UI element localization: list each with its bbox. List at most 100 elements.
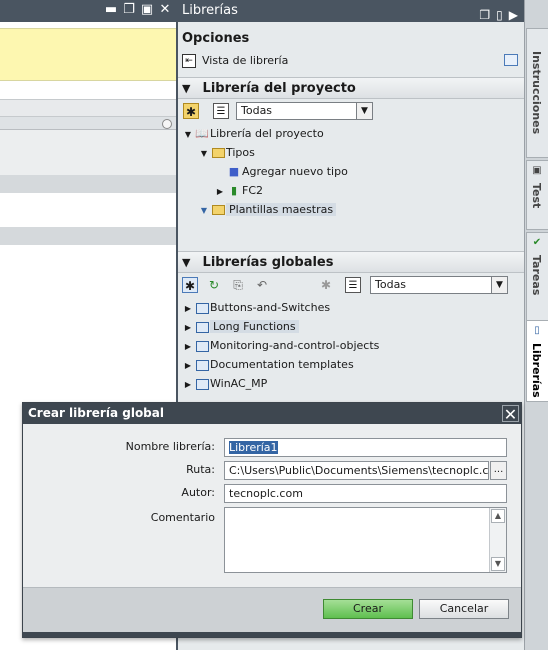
tab-instrucciones[interactable]: Instrucciones [526,28,548,158]
global-filter-select[interactable]: Todas ▼ [370,276,508,294]
expand-right-icon[interactable]: ▶ [182,299,194,318]
float-icon[interactable]: ❐ [479,4,490,26]
minimize-icon[interactable]: ▬ [104,3,118,17]
path-input[interactable]: C:\Users\Public\Documents\Siemens\tecnop… [224,461,489,480]
project-filter-value: Todas [241,104,273,117]
global-library-label: Long Functions [210,320,299,333]
global-filter-value: Todas [375,278,407,291]
tasks-check-icon: ✔ [532,237,542,248]
chevron-down-icon[interactable]: ▼ [182,252,198,274]
global-library-item[interactable]: ▶ Documentation templates [182,355,354,374]
project-filter-select[interactable]: Todas ▼ [236,102,373,120]
author-input[interactable]: tecnoplc.com [224,484,507,503]
window-view-icon[interactable] [504,54,518,66]
restore-icon[interactable]: ❐ [122,3,136,17]
book-icon: ▯ [534,325,540,336]
tree-item[interactable]: ■ Agregar nuevo tipo [214,162,348,181]
close-library-icon[interactable]: ↶ [254,277,270,293]
libraries-panel-title: Librerías ❐ ▯ ▶ [178,0,524,22]
expand-down-icon[interactable]: ▼ [198,201,210,220]
expand-right-icon[interactable]: ▶ [182,375,194,394]
create-button[interactable]: Crear [323,599,413,619]
editor-title-bar: ▬ ❐ ▣ ✕ [0,0,176,22]
comment-scrollbar[interactable]: ▲ ▼ [489,508,506,572]
tree-item-label: Plantillas maestras [226,203,337,216]
tree-item-label: FC2 [242,184,264,197]
global-library-item[interactable]: ▶ Buttons-and-Switches [182,298,330,317]
dialog-bottom-bar [23,632,521,637]
dialog-footer: Crear Cancelar [23,587,521,632]
expand-right-icon[interactable]: ▶ [182,337,194,356]
tree-item[interactable]: ▼ 📖Librería del proyecto [182,124,324,143]
editor-ruler [0,117,176,130]
update-library-icon[interactable]: ✱ [318,277,334,293]
global-library-item[interactable]: ▶ Long Functions [182,317,299,336]
library-name-input[interactable]: Librería1 [224,438,507,457]
editor-section [0,130,176,175]
editor-highlight-area [0,28,176,81]
editor-window-buttons: ▬ ❐ ▣ ✕ [104,3,172,17]
library-view-label[interactable]: Vista de librería [202,54,288,67]
path-row: Ruta: C:\Users\Public\Documents\Siemens\… [23,461,523,481]
library-view-row[interactable]: ⇤ Vista de librería [178,50,524,72]
maximize-icon[interactable]: ▣ [140,3,154,17]
dropdown-arrow-icon[interactable]: ▼ [356,103,372,119]
global-library-label: WinAC_MP [210,377,268,390]
project-library-icon: 📖 [195,127,209,140]
tree-item-label: Librería del proyecto [210,127,324,140]
editor-zoom-handle[interactable] [162,119,172,129]
dialog-title: Crear librería global [23,403,521,424]
path-label: Ruta: [186,463,215,476]
global-library-label: Monitoring-and-control-objects [210,339,380,352]
expand-down-icon[interactable]: ▼ [198,144,210,163]
comment-label: Comentario [150,511,215,524]
global-library-item[interactable]: ▶ WinAC_MP [182,374,267,393]
expand-down-icon[interactable]: ▼ [182,125,194,144]
panel-window-buttons: ❐ ▯ ▶ [479,4,518,26]
project-library-heading[interactable]: ▼ Librería del proyecto [178,77,524,99]
new-library-icon[interactable]: ✱ [182,277,198,293]
add-type-icon: ■ [228,165,240,178]
scroll-up-icon[interactable]: ▲ [491,509,505,523]
tab-librerias[interactable]: ▯ Librerías [526,320,548,402]
expand-right-icon[interactable]: ▶ [214,182,226,201]
library-name-label: Nombre librería: [125,440,215,453]
list-view-icon[interactable]: ☰ [345,277,361,293]
comment-textarea[interactable]: ▲ ▼ [224,507,507,573]
dropdown-arrow-icon[interactable]: ▼ [491,277,507,293]
author-value: tecnoplc.com [229,487,303,500]
instructions-icon [531,33,543,45]
minimize-panel-icon[interactable]: ▯ [496,4,503,26]
tree-item[interactable]: ▶ ▮ FC2 [214,181,263,200]
save-library-icon[interactable]: ⎘ [230,277,246,293]
book-icon [194,336,210,355]
library-view-icon[interactable]: ⇤ [182,54,196,68]
scroll-down-icon[interactable]: ▼ [491,557,505,571]
editor-row-strip [0,175,176,193]
book-icon [194,298,210,317]
editor-band [0,99,176,117]
collapse-right-icon[interactable]: ▶ [509,4,518,26]
tree-item[interactable]: ▼ Plantillas maestras [198,200,337,220]
new-folder-icon[interactable]: ✱ [183,103,199,119]
close-icon[interactable]: ✕ [158,3,172,17]
expand-right-icon[interactable]: ▶ [182,318,194,337]
chevron-down-icon[interactable]: ▼ [182,78,198,100]
tab-instrucciones-label: Instrucciones [530,51,543,135]
libraries-panel-title-text: Librerías [182,3,238,18]
expand-right-icon[interactable]: ▶ [182,356,194,375]
editor-row-strip [0,227,176,245]
global-library-item[interactable]: ▶ Monitoring-and-control-objects [182,336,379,355]
tree-item[interactable]: ▼ Tipos [198,143,255,162]
path-value: C:\Users\Public\Documents\Siemens\tecnop… [229,464,489,477]
global-libraries-heading-text: Librerías globales [202,255,334,270]
dialog-title-text: Crear librería global [28,406,164,420]
list-view-icon[interactable]: ☰ [213,103,229,119]
browse-button[interactable]: ... [490,461,507,480]
open-library-icon[interactable]: ↻ [206,277,222,293]
tab-test[interactable]: ▣ Test [526,160,548,230]
global-libraries-heading[interactable]: ▼ Librerías globales [178,251,524,273]
tab-tareas[interactable]: ✔ Tareas [526,232,548,322]
cancel-button[interactable]: Cancelar [419,599,509,619]
close-icon[interactable]: ✕ [502,405,519,423]
